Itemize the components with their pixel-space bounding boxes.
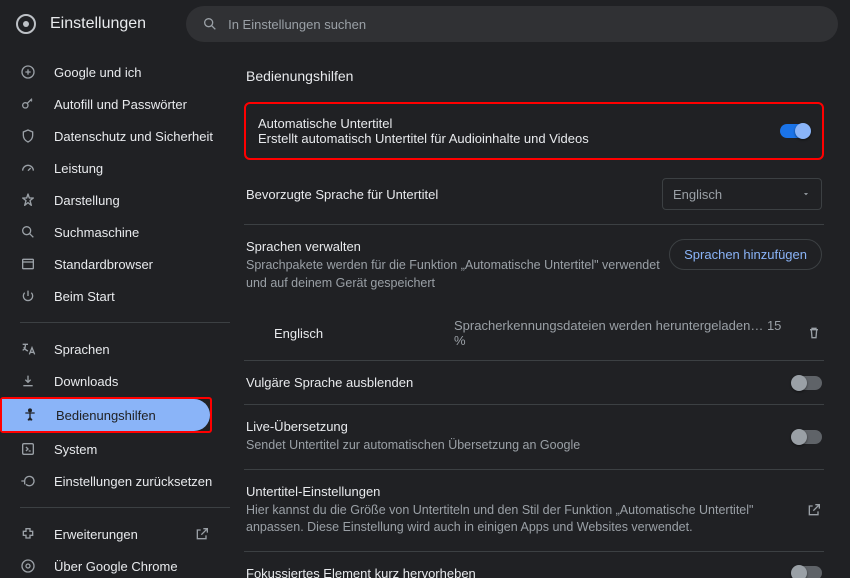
- accessibility-icon: [22, 407, 38, 423]
- live-translate-sub: Sendet Untertitel zur automatischen Über…: [246, 437, 792, 455]
- sidebar-item-label: System: [54, 442, 97, 457]
- sidebar-item-languages[interactable]: Sprachen: [0, 333, 230, 365]
- preferred-language-title: Bevorzugte Sprache für Untertitel: [246, 187, 662, 202]
- preferred-language-row: Bevorzugte Sprache für Untertitel Englis…: [244, 164, 824, 225]
- sidebar-item-privacy[interactable]: Datenschutz und Sicherheit: [0, 120, 230, 152]
- sidebar-item-label: Erweiterungen: [54, 527, 166, 542]
- extension-icon: [20, 526, 36, 542]
- language-entry-row: Englisch Spracherkennungsdateien werden …: [244, 306, 824, 361]
- reset-icon: [20, 473, 36, 489]
- palette-icon: [20, 192, 36, 208]
- sidebar-item-about[interactable]: Über Google Chrome: [0, 550, 230, 578]
- manage-languages-title: Sprachen verwalten: [246, 239, 669, 254]
- sidebar-item-label: Autofill und Passwörter: [54, 97, 187, 112]
- app-title: Einstellungen: [50, 15, 146, 33]
- vulgar-language-title: Vulgäre Sprache ausblenden: [246, 375, 792, 390]
- sidebar-item-extensions[interactable]: Erweiterungen: [0, 518, 230, 550]
- app-header: Einstellungen In Einstellungen suchen: [0, 0, 850, 48]
- sidebar-item-performance[interactable]: Leistung: [0, 152, 230, 184]
- sidebar-item-system[interactable]: System: [0, 433, 230, 465]
- sidebar-item-label: Downloads: [54, 374, 118, 389]
- sidebar-item-label: Einstellungen zurücksetzen: [54, 474, 212, 489]
- caption-prefs-sub: Hier kannst du die Größe von Untertiteln…: [246, 502, 806, 537]
- focus-highlight-toggle[interactable]: [792, 566, 822, 578]
- sidebar-item-search[interactable]: Suchmaschine: [0, 216, 230, 248]
- search-icon: [20, 224, 36, 240]
- focus-highlight-row: Fokussiertes Element kurz hervorheben: [244, 552, 824, 578]
- delete-icon[interactable]: [806, 325, 822, 341]
- manage-languages-sub: Sprachpakete werden für die Funktion „Au…: [246, 257, 669, 292]
- caption-prefs-row[interactable]: Untertitel-Einstellungen Hier kannst du …: [244, 470, 824, 552]
- focus-highlight-title: Fokussiertes Element kurz hervorheben: [246, 566, 792, 578]
- manage-languages-row: Sprachen verwalten Sprachpakete werden f…: [244, 225, 824, 306]
- shield-icon: [20, 128, 36, 144]
- sidebar-item-label: Darstellung: [54, 193, 120, 208]
- highlighted-sidebar-item: Bedienungshilfen: [0, 397, 212, 433]
- preferred-language-dropdown[interactable]: Englisch: [662, 178, 822, 210]
- search-placeholder: In Einstellungen suchen: [228, 17, 366, 32]
- sidebar-item-accessibility[interactable]: Bedienungshilfen: [2, 399, 210, 431]
- live-translate-row: Live-Übersetzung Sendet Untertitel zur a…: [244, 405, 824, 470]
- search-icon: [202, 16, 218, 32]
- highlighted-auto-captions-row: Automatische Untertitel Erstellt automat…: [244, 102, 824, 160]
- sidebar-item-label: Bedienungshilfen: [56, 408, 156, 423]
- sidebar-item-label: Leistung: [54, 161, 103, 176]
- language-name: Englisch: [274, 326, 454, 341]
- speedometer-icon: [20, 160, 36, 176]
- download-icon: [20, 373, 36, 389]
- live-translate-toggle[interactable]: [792, 430, 822, 444]
- auto-captions-sub: Erstellt automatisch Untertitel für Audi…: [258, 131, 589, 146]
- translate-icon: [20, 341, 36, 357]
- divider: [20, 507, 230, 508]
- sidebar-item-label: Google und ich: [54, 65, 141, 80]
- sidebar-item-label: Beim Start: [54, 289, 115, 304]
- sidebar-item-label: Über Google Chrome: [54, 559, 178, 574]
- sidebar-item-autofill[interactable]: Autofill und Passwörter: [0, 88, 230, 120]
- google-icon: [20, 64, 36, 80]
- sidebar-item-startup[interactable]: Beim Start: [0, 280, 230, 312]
- window-icon: [20, 256, 36, 272]
- sidebar-item-downloads[interactable]: Downloads: [0, 365, 230, 397]
- main-content: Bedienungshilfen Automatische Untertitel…: [230, 48, 850, 578]
- caption-prefs-title: Untertitel-Einstellungen: [246, 484, 806, 499]
- sidebar-item-label: Standardbrowser: [54, 257, 153, 272]
- add-languages-button[interactable]: Sprachen hinzufügen: [669, 239, 822, 270]
- vulgar-language-row: Vulgäre Sprache ausblenden: [244, 361, 824, 405]
- chevron-down-icon: [801, 189, 811, 199]
- chrome-logo-icon: [16, 14, 36, 34]
- page-title: Bedienungshilfen: [246, 68, 824, 84]
- system-icon: [20, 441, 36, 457]
- sidebar-item-label: Sprachen: [54, 342, 110, 357]
- power-icon: [20, 288, 36, 304]
- search-input[interactable]: In Einstellungen suchen: [186, 6, 838, 42]
- sidebar-item-label: Datenschutz und Sicherheit: [54, 129, 213, 144]
- key-icon: [20, 96, 36, 112]
- open-in-new-icon: [194, 526, 210, 542]
- live-translate-title: Live-Übersetzung: [246, 419, 792, 434]
- divider: [20, 322, 230, 323]
- sidebar-item-google[interactable]: Google und ich: [0, 56, 230, 88]
- language-download-status: Spracherkennungsdateien werden herunterg…: [454, 318, 792, 348]
- vulgar-language-toggle[interactable]: [792, 376, 822, 390]
- auto-captions-title: Automatische Untertitel: [258, 116, 589, 131]
- auto-captions-toggle[interactable]: [780, 124, 810, 138]
- sidebar-item-reset[interactable]: Einstellungen zurücksetzen: [0, 465, 230, 497]
- sidebar-item-appearance[interactable]: Darstellung: [0, 184, 230, 216]
- chrome-icon: [20, 558, 36, 574]
- open-in-new-icon: [806, 502, 822, 518]
- sidebar-item-label: Suchmaschine: [54, 225, 139, 240]
- dropdown-value: Englisch: [673, 187, 722, 202]
- sidebar: Google und ich Autofill und Passwörter D…: [0, 48, 230, 578]
- sidebar-item-default-browser[interactable]: Standardbrowser: [0, 248, 230, 280]
